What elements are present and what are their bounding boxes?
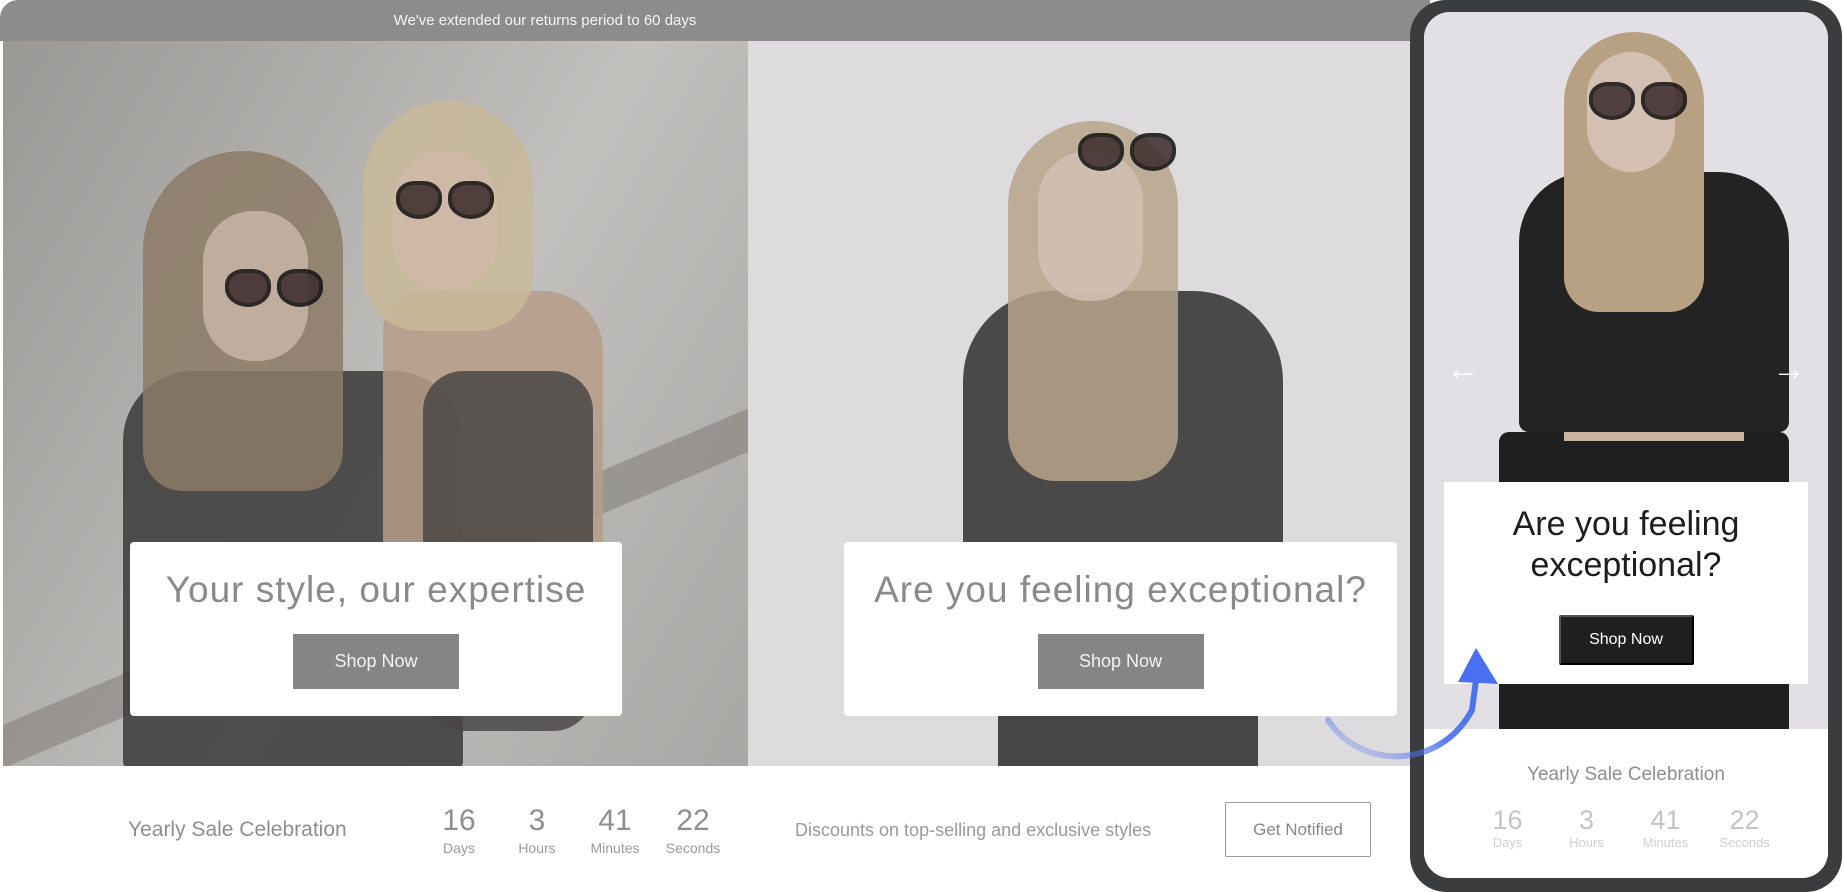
promo-title: Are you feeling exceptional?: [1512, 505, 1740, 584]
countdown-label: Days: [1492, 835, 1523, 850]
countdown-days: 16 Days: [1468, 805, 1547, 850]
countdown-hours: 3 Hours: [1547, 805, 1626, 850]
countdown-value: 3: [1578, 805, 1595, 835]
sunglasses-icon: [396, 181, 494, 219]
countdown-hours: 3 Hours: [498, 804, 576, 856]
countdown-minutes: 41 Minutes: [1626, 805, 1705, 850]
sale-bar: Yearly Sale Celebration 16 Days 3 Hours …: [0, 766, 1430, 892]
model-3-face: [1038, 151, 1143, 301]
promo-title: Are you feeling exceptional?: [874, 569, 1367, 610]
countdown-label: Minutes: [1642, 835, 1689, 850]
countdown-seconds: 22 Seconds: [1705, 805, 1784, 850]
sunglasses-icon: [1589, 82, 1687, 120]
countdown-value: 22: [676, 804, 710, 837]
curved-arrow-icon: [1325, 648, 1498, 760]
countdown-value: 22: [1729, 805, 1760, 835]
countdown-value: 16: [442, 804, 476, 837]
countdown-value: 41: [598, 804, 632, 837]
promo-title: Your style, our expertise: [165, 569, 587, 610]
shop-now-button[interactable]: Shop Now: [1558, 615, 1694, 665]
countdown-label: Seconds: [1719, 835, 1770, 850]
countdown-label: Hours: [518, 840, 556, 856]
countdown-seconds: 22 Seconds: [654, 804, 732, 856]
sunglasses-icon: [1078, 133, 1176, 171]
shop-now-button[interactable]: Shop Now: [293, 634, 459, 689]
promo-card-1: Your style, our expertise Shop Now: [130, 542, 622, 716]
arrow-left-icon[interactable]: ←: [1446, 352, 1480, 386]
countdown-value: 16: [1492, 805, 1523, 835]
promo-card-2: Are you feeling exceptional? Shop Now: [844, 542, 1397, 716]
sale-title: Yearly Sale Celebration: [128, 818, 347, 841]
model-2-face: [393, 151, 498, 291]
countdown-minutes: 41 Minutes: [576, 804, 654, 856]
shop-now-button[interactable]: Shop Now: [1037, 634, 1204, 689]
countdown-value: 41: [1650, 805, 1681, 835]
countdown-label: Seconds: [665, 840, 721, 856]
get-notified-button[interactable]: Get Notified: [1225, 802, 1371, 857]
countdown-days: 16 Days: [420, 804, 498, 856]
sunglasses-icon: [225, 269, 323, 307]
sale-description: Discounts on top-selling and exclusive s…: [795, 820, 1152, 840]
countdown-label: Minutes: [590, 840, 640, 856]
countdown-label: Hours: [1569, 835, 1604, 850]
mobile-hero-slide: ← → Are you feeling exceptional? Shop No…: [1424, 12, 1828, 729]
countdown-label: Days: [443, 840, 475, 856]
countdown: 16 Days 3 Hours 41 Minutes 22 Seconds: [420, 804, 732, 856]
desktop-preview: We've extended our returns period to 60 …: [0, 0, 1430, 892]
arrow-right-icon[interactable]: →: [1772, 352, 1806, 386]
announcement-bar: We've extended our returns period to 60 …: [0, 0, 1430, 41]
countdown: 16 Days 3 Hours 41 Minutes 22 Seconds: [1468, 805, 1784, 850]
countdown-value: 3: [528, 804, 546, 837]
